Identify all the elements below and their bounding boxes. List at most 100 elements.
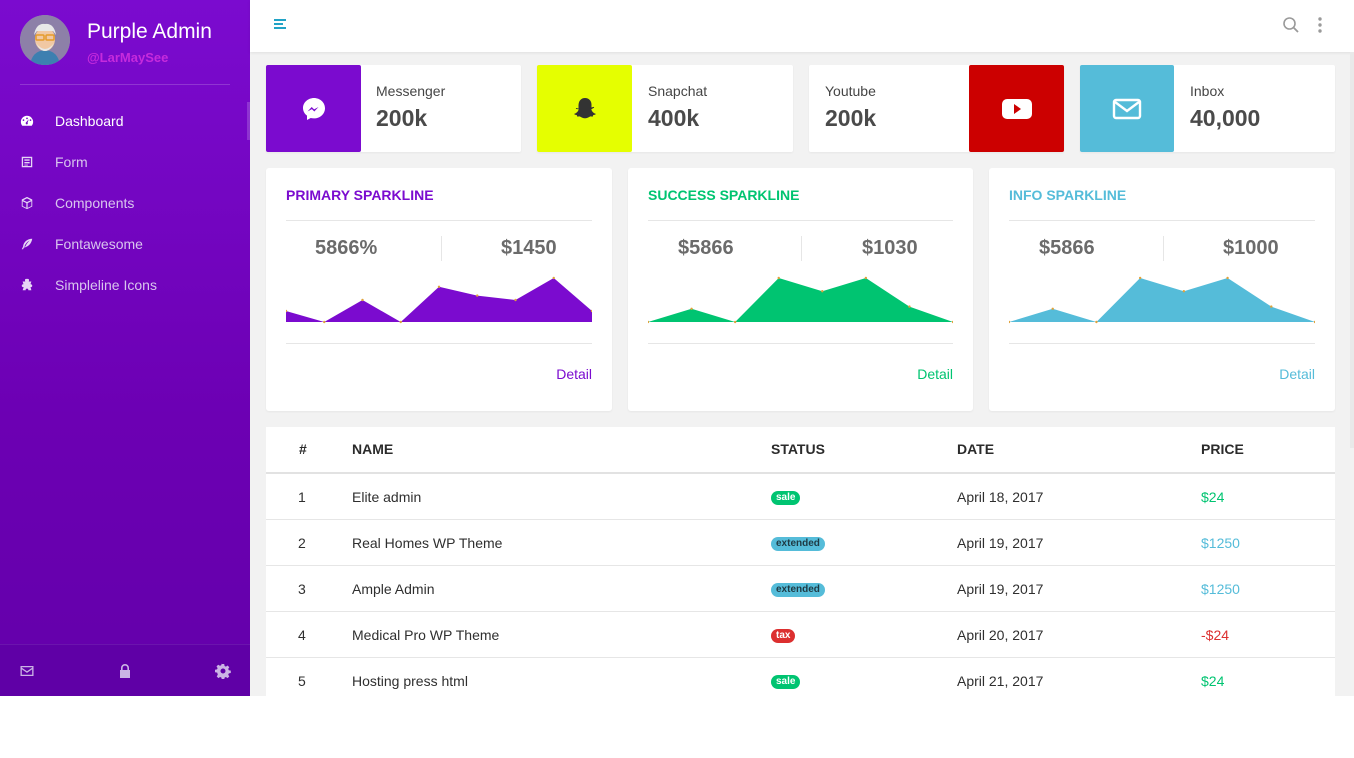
- stat-left: $5866: [1039, 237, 1095, 259]
- table-row[interactable]: 2 Real Homes WP Theme extended April 19, 20…: [266, 520, 1335, 566]
- lock-icon[interactable]: [117, 663, 133, 679]
- stat-right: $1030: [862, 237, 918, 259]
- detail-link[interactable]: Detail: [1279, 366, 1315, 382]
- row-price: $24: [1201, 489, 1225, 505]
- app-shell: Purple Admin @LarMaySee Dashboard Form C…: [0, 0, 1354, 696]
- sidebar-item-components[interactable]: Components: [0, 182, 250, 223]
- search-icon[interactable]: [1282, 16, 1300, 34]
- column-header-date[interactable]: DATE: [957, 441, 994, 457]
- sparkline-point: [908, 305, 911, 308]
- messenger-label: Messenger: [376, 83, 446, 99]
- snapchat-value: 400k: [648, 105, 700, 131]
- sparkline-chart: [648, 276, 953, 324]
- feather-icon: [19, 236, 35, 252]
- menu-icon[interactable]: [274, 19, 288, 33]
- column-header-name[interactable]: NAME: [352, 441, 393, 457]
- detail-link[interactable]: Detail: [556, 366, 592, 382]
- row-date: April 19, 2017: [957, 581, 1044, 597]
- sparkline-point: [514, 298, 517, 302]
- form-icon: [19, 154, 35, 170]
- sparkline-point: [1095, 320, 1098, 324]
- divider: [1009, 220, 1315, 221]
- sparkline-point: [1182, 290, 1186, 293]
- user-profile: Purple Admin @LarMaySee: [20, 15, 230, 85]
- snapchat-icon: [537, 65, 632, 152]
- product-name: Hosting press html: [352, 673, 468, 689]
- youtube-icon: [969, 65, 1064, 152]
- sidebar-item-label: Simpleline Icons: [55, 276, 157, 293]
- detail-link[interactable]: Detail: [917, 366, 953, 382]
- status-badge: sale: [771, 675, 801, 689]
- inbox-label: Inbox: [1190, 83, 1225, 99]
- row-number: 5: [298, 673, 306, 689]
- page-scrollbar[interactable]: [1350, 52, 1354, 448]
- divider: [286, 220, 592, 221]
- sparkline-point: [690, 307, 693, 310]
- sparkline-chart: [1009, 276, 1315, 324]
- sidebar-item-label: Form: [55, 153, 88, 170]
- cube-icon: [19, 195, 35, 211]
- row-price: -$24: [1201, 627, 1230, 643]
- avatar-illustration: [20, 15, 70, 65]
- stat-right: $1000: [1223, 237, 1279, 259]
- youtube-value: 200k: [825, 105, 877, 131]
- sparkline-point: [1051, 307, 1054, 310]
- sparkline-point: [1009, 320, 1011, 324]
- snapchat-card: Snapchat 400k: [537, 65, 793, 152]
- row-price: $1250: [1201, 581, 1240, 597]
- stat-right: $1450: [501, 237, 557, 259]
- messenger-value: 200k: [376, 105, 428, 131]
- messenger-card: Messenger 200k: [266, 65, 521, 152]
- sparkline-point: [648, 320, 650, 324]
- divider: [648, 343, 953, 344]
- sparkline-point: [361, 298, 364, 302]
- row-number: 2: [298, 535, 306, 551]
- sidebar-item-label: Dashboard: [55, 112, 124, 129]
- sidebar-item-label: Fontawesome: [55, 235, 143, 252]
- sidebar-item-dashboard[interactable]: Dashboard: [0, 100, 250, 141]
- product-name: Elite admin: [352, 489, 422, 505]
- row-number: 1: [298, 489, 306, 505]
- inbox-card: Inbox 40,000: [1080, 65, 1335, 152]
- messenger-icon: [266, 65, 361, 152]
- table-row[interactable]: 5 Hosting press html sale April 21, 2017 $24: [266, 658, 1335, 696]
- status-badge: tax: [771, 629, 796, 643]
- row-price: $1250: [1201, 535, 1240, 551]
- column-header-status[interactable]: STATUS: [771, 441, 825, 457]
- mail-icon[interactable]: [19, 663, 35, 679]
- sparkline-point: [1313, 320, 1315, 324]
- table-row[interactable]: 3 Ample Admin extended April 19, 2017 $1250: [266, 566, 1335, 612]
- divider: [648, 220, 953, 221]
- sparkline-point: [1270, 305, 1273, 308]
- gear-icon[interactable]: [215, 663, 231, 680]
- table-row[interactable]: 4 Medical Pro WP Theme tax April 20, 2017 -$…: [266, 612, 1335, 658]
- profile-handle[interactable]: @LarMaySee: [87, 50, 168, 65]
- column-header-price[interactable]: PRICE: [1201, 441, 1244, 457]
- sparkline-point: [1138, 276, 1142, 280]
- sidebar-nav: Dashboard Form Components Fontawesome Si…: [0, 100, 250, 305]
- sparkline-point: [476, 294, 479, 297]
- row-date: April 19, 2017: [957, 535, 1044, 551]
- sparkline-point: [437, 285, 441, 288]
- mail-icon: [1080, 65, 1174, 152]
- sparkline-point: [1226, 276, 1229, 280]
- avatar[interactable]: [20, 15, 70, 65]
- more-vertical-icon[interactable]: [1316, 16, 1324, 34]
- sidebar-item-simpleline-icons[interactable]: Simpleline Icons: [0, 264, 250, 305]
- sparkline-point: [777, 276, 780, 280]
- status-badge: extended: [771, 583, 825, 597]
- product-name: Medical Pro WP Theme: [352, 627, 500, 643]
- row-date: April 21, 2017: [957, 673, 1044, 689]
- sparkline-point: [821, 290, 824, 293]
- card-title: INFO SPARKLINE: [1009, 187, 1127, 203]
- column-header-number[interactable]: #: [299, 441, 307, 457]
- table-row[interactable]: 1 Elite admin sale April 18, 2017 $24: [266, 474, 1335, 520]
- stat-divider: [801, 236, 802, 261]
- card-title: SUCCESS SPARKLINE: [648, 187, 800, 203]
- inbox-value: 40,000: [1190, 105, 1261, 131]
- row-date: April 20, 2017: [957, 627, 1044, 643]
- sidebar-item-form[interactable]: Form: [0, 141, 250, 182]
- sidebar-item-fontawesome[interactable]: Fontawesome: [0, 223, 250, 264]
- divider: [1009, 343, 1315, 344]
- stat-divider: [1163, 236, 1164, 261]
